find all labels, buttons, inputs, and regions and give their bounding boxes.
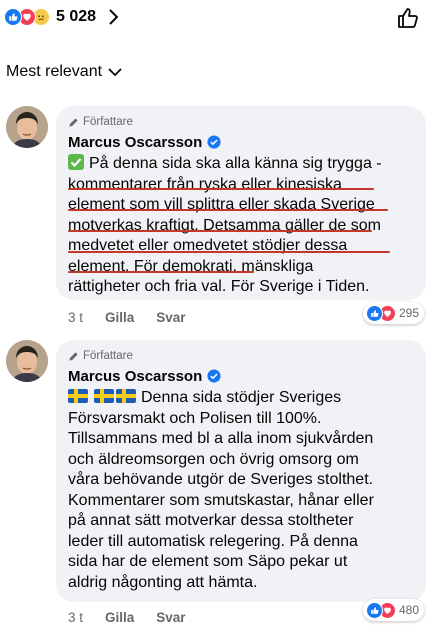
comment-line: våra behövande utgör de Sveriges stolthe… [68, 471, 374, 488]
chevron-right-icon [108, 9, 119, 25]
comment-line: på annat sätt motverkar dessa stoltheter [68, 512, 354, 529]
sort-dropdown[interactable]: Mest relevant [6, 63, 122, 81]
comment-line: På denna sida ska alla känna sig trygga … [89, 155, 382, 172]
comment-line: Tillsammans med bl a alla inom sjukvårde… [68, 430, 374, 447]
swedish-flag-icon [116, 389, 136, 403]
verified-badge-icon [207, 135, 221, 149]
comment-line: sida har de element som Säpo pekar ut [68, 553, 348, 570]
comment-text: Denna sida stödjer Sveriges Försvarsmakt… [68, 388, 414, 593]
comment-reaction-count: 295 [398, 306, 419, 320]
swedish-flag-icon [94, 389, 114, 403]
comment-time: 3 t [68, 310, 84, 325]
comment-line: Kommentarer som smutskastar, hånar eller [68, 491, 374, 509]
author-tag-label: Författare [83, 350, 133, 362]
comment-actions: 3 t Gilla Svar [68, 310, 208, 325]
comment-actions: 3 t Gilla Svar [68, 610, 208, 625]
like-button[interactable]: Gilla [105, 310, 134, 325]
comment-bubble: Författare Marcus Oscarsson Denna sida s… [56, 340, 426, 602]
like-reaction-icon [365, 601, 383, 619]
red-underline [68, 271, 254, 273]
reaction-count: 5 028 [56, 8, 97, 25]
avatar[interactable] [6, 106, 48, 148]
reactions-bar: 5 028 [0, 0, 428, 40]
comment-author[interactable]: Marcus Oscarsson [68, 134, 202, 151]
like-reaction-icon [4, 8, 22, 26]
author-tag-label: Författare [83, 116, 133, 128]
avatar[interactable] [6, 340, 48, 382]
sort-label: Mest relevant [6, 63, 103, 80]
comment-reactions[interactable]: 480 [362, 599, 424, 621]
pencil-icon [69, 351, 78, 361]
comment-line: element som vill splittra eller skada Sv… [68, 196, 375, 213]
comment-reaction-count: 480 [398, 603, 419, 617]
comment-text: På denna sida ska alla känna sig trygga … [68, 154, 414, 298]
comment-line: Försvarsmakt och Polisen till 100%. [68, 409, 322, 427]
swedish-flag-icon [68, 389, 88, 403]
comment-line: aldrig någonting att hämta. [68, 573, 258, 591]
like-outline-icon[interactable] [396, 6, 420, 35]
like-button[interactable]: Gilla [105, 610, 134, 625]
comment-line: kommentarer från ryska eller kinesiska [68, 175, 342, 193]
comment-line: element. För demokrati, mänskliga [68, 257, 314, 275]
reactions-summary[interactable]: 5 028 [4, 8, 119, 26]
author-badge: Författare [68, 348, 414, 364]
pencil-icon [69, 117, 78, 127]
verified-badge-icon [207, 369, 221, 383]
comment-line: Denna sida stödjer Sveriges [141, 389, 342, 406]
check-mark-icon [68, 154, 84, 170]
comment-line: medvetet eller omedvetet stödjer dessa [68, 237, 348, 254]
comment-line: och äldreomsorgen och övrig omsorg om [68, 450, 359, 468]
red-underline [68, 209, 388, 211]
comment-line: motverkas kraftigt. Detsamma gäller de s… [68, 216, 381, 234]
comment-line: rättigheter och fria val. För Sverige i … [68, 278, 370, 295]
author-badge: Författare [68, 114, 414, 130]
chevron-down-icon [108, 67, 122, 76]
red-underline [68, 230, 372, 232]
reply-button[interactable]: Svar [156, 610, 185, 625]
red-underline [68, 188, 374, 190]
red-underline [68, 251, 390, 253]
comment-line: leder till automatisk relegering. På den… [68, 532, 358, 550]
comment-author[interactable]: Marcus Oscarsson [68, 368, 202, 385]
like-reaction-icon [365, 304, 383, 322]
comment-reactions[interactable]: 295 [362, 302, 424, 324]
comment-time: 3 t [68, 610, 84, 625]
reply-button[interactable]: Svar [156, 310, 185, 325]
